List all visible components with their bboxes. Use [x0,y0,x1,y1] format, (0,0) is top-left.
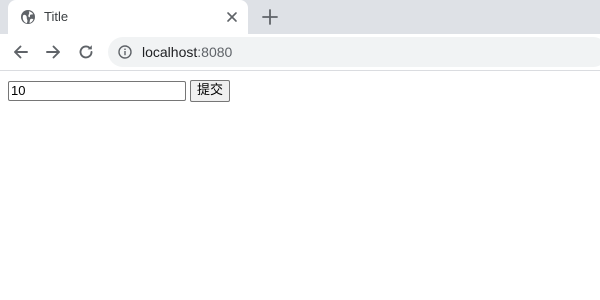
number-input[interactable] [8,81,186,101]
page-content: 提交 [0,71,600,300]
reload-icon[interactable] [76,42,96,62]
browser-toolbar: localhost:8080 [0,34,600,71]
tab-strip: Title [0,0,600,34]
arrow-left-icon[interactable] [11,42,31,62]
close-icon[interactable] [224,9,240,25]
address-bar[interactable]: localhost:8080 [108,37,600,67]
info-icon[interactable] [118,45,132,59]
browser-window: Title localhost:8080 10 提交 [0,0,600,300]
globe-icon [21,10,35,24]
tab-title: Title [44,9,69,24]
url-host: localhost [142,44,198,60]
arrow-right-icon[interactable] [43,42,63,62]
submit-button[interactable]: 提交 [190,80,231,102]
plus-icon[interactable] [261,8,279,26]
url-port: :8080 [197,44,233,60]
url-text[interactable]: localhost:8080 [142,44,232,60]
active-tab[interactable]: Title [8,0,248,34]
